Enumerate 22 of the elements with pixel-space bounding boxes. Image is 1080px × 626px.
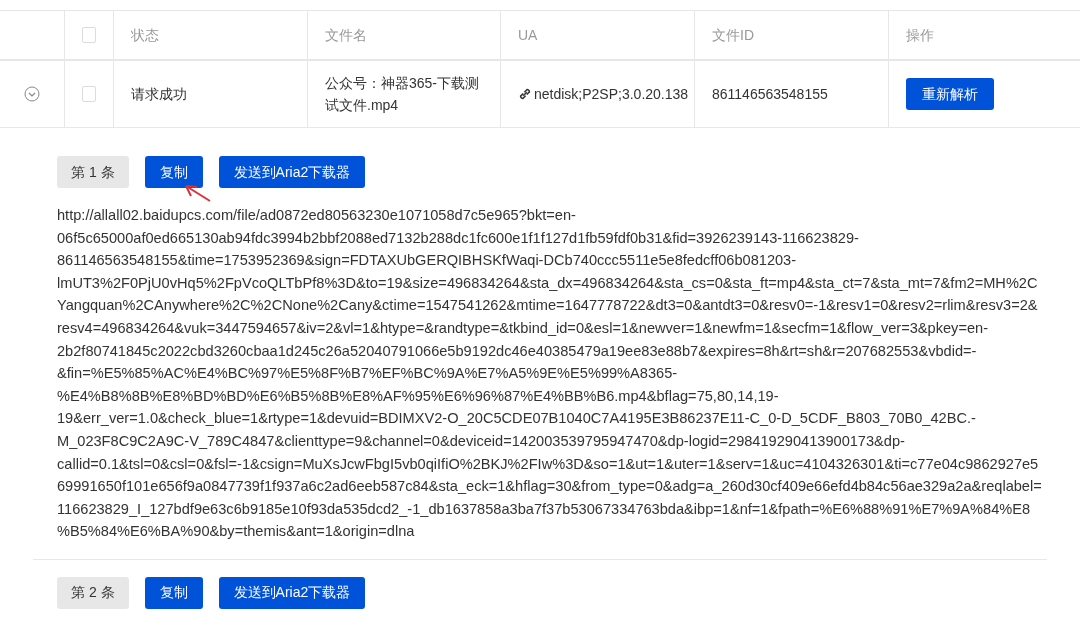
copy-button[interactable]: 复制 [144, 156, 203, 188]
annotation-arrow [183, 183, 213, 203]
column-header: 操作 [906, 25, 934, 45]
column-header: UA [518, 25, 538, 45]
download-url: http://allall02.baidupcs.com/file/ad0872ed80563230e1071058d7c5e965?bkt=en-06f5c65000af0ed665130ab94fdc3994b2bbf2088ed7132b288dc1fc600e1f1f127d1fb59fdf0b31&fid=3926239143-116623829-861146563548155&time=1753952369&sign=FDTAXUbGERQIBHSKfWaqi-DCb740ccc5511e5e8fedcff06b081203-lmUT3%2F0PjU0vHq5%2FpVcoQLTbPf8%3D&to=19&size=496834264&sta_dx=496834264&sta_cs=0&sta_ft=mp4&sta_ct=7&sta_mt=7&fm2=MH%2CYangquan%2CAnywhere%2C%2CNone%2Cany&ctime=1547541262&mtime=1647778722&dt3=0&antdt3=0&resv0=-1&resv1=0&resv2=rlim&resv3=2&resv4=496834264&vuk=3447594657&iv=2&vl=1&htype=&randtype=&tkbind_id=0&esl=1&newver=1&newfm=1&secfm=1&flow_ver=3&pkey=en-2b2f80741845c2022cbd3260cbaa1d245c26a52040791066e5b9192dc46e40385479a19ee83e88b7&expires=8h&rt=sh&r=207682553&vbdid=-&fin=%E5%85%AC%E4%BC%97%E5%8F%B7%EF%BC%9A%E7%A5%9E%E5%99%A8365-%E4%B8%8B%E8%BD%BD%E6%B5%8B%E8%AF%95%E6%96%87%E4%BB%B6.mp4&bflag=75,80,14,19-19&err_ver=1.0&check_blue=1&rtype=1&devuid=BDIMXV2-O_20C5CDE07B1040C7A4195E3B86237E11-C_0-D_5CDF_B803_70B0_42BC.-M_023F8C9C2A9C-V_789C4847&clienttype=9&channel=0&deviceid=142003539795947470&dp-logid=298419290413900173&dp-callid=0.1&tsl=0&csl=0&fsl=-1&csign=MuXsJcwFbgI5vb0qiIfiO%2BKJ%2FIw%3D&so=1&ut=1&uter=1&serv=1&uc=4104326301&ti=c77e04c9862927e569991650f101e656f9a0847739f1f937a6c2ad6eeb587c84&sta_eck=1&hflag=30&from_type=0&adg=a_260d30cf409e66efd4b84c56ae329a2a&reqlabel=116623829_I_127bdf9e63c6b9185e10f93da535dcd2_-1_db1637858a3ba7f37b53067334763bda&ibp=1&nf=1&fpath=%E6%88%91%E7%9A%84%E8%B5%84%E6%BA%90&by=themis&ant=1&origin=dlna [57, 206, 1042, 542]
ua-text: netdisk;P2SP;3.0.20.138 [534, 84, 689, 104]
status-text: 请求成功 [131, 84, 187, 104]
column-header: 状态 [131, 25, 159, 45]
column-header: 文件ID [712, 25, 754, 45]
checkbox[interactable] [82, 86, 96, 102]
send-aria2-button[interactable]: 发送到Aria2下载器 [218, 156, 366, 188]
result-label: 第 2 条 [57, 576, 129, 609]
reparse-button[interactable]: 重新解析 [906, 78, 994, 110]
copy-button[interactable]: 复制 [144, 576, 203, 609]
filename-text: 公众号：神器365-下载测试文件.mp4 [325, 74, 481, 115]
send-aria2-button[interactable]: 发送到Aria2下载器 [218, 576, 366, 609]
expand-icon[interactable] [24, 86, 40, 102]
file-id-text: 861146563548155 [712, 84, 828, 104]
column-header: 文件名 [325, 25, 367, 45]
result-label: 第 1 条 [57, 156, 129, 188]
checkbox[interactable] [82, 27, 96, 43]
link-icon [518, 87, 532, 101]
